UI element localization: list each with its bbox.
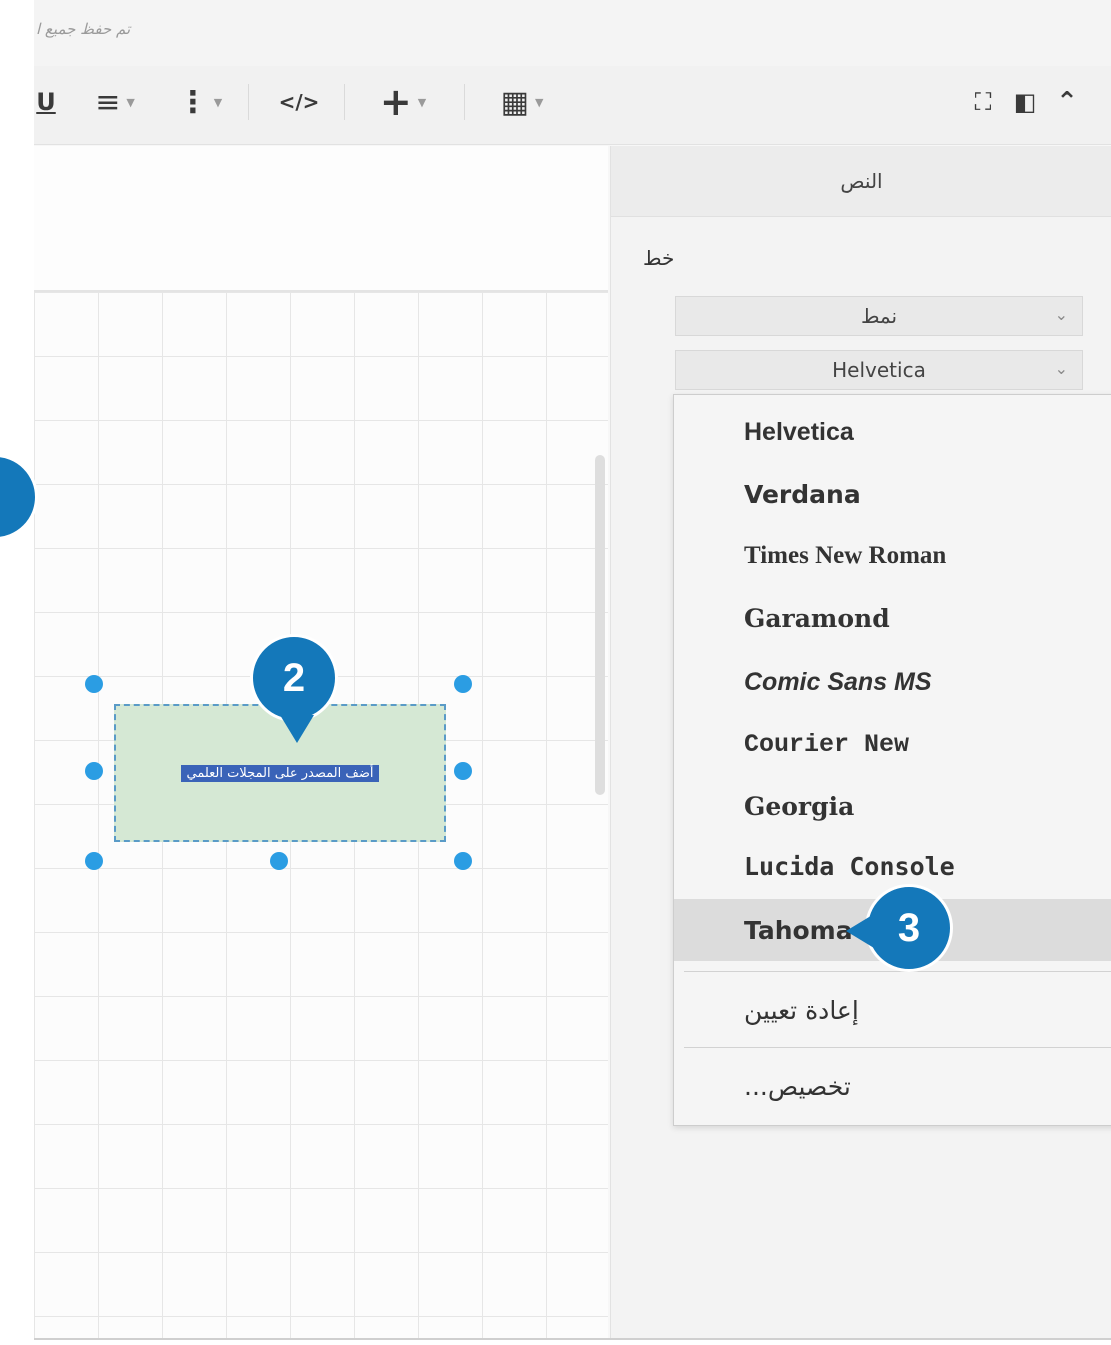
callout-number: 3 bbox=[897, 905, 921, 950]
align-icon: ≡ bbox=[95, 84, 121, 120]
chevron-down-icon: ▼ bbox=[213, 95, 223, 109]
tab-text[interactable]: النص bbox=[611, 146, 1111, 217]
callout-number: 2 bbox=[282, 655, 306, 700]
shape-label[interactable]: أضف المصدر على المجلات العلمي bbox=[180, 764, 380, 782]
vertical-scrollbar[interactable] bbox=[595, 455, 605, 795]
chevron-down-icon: ⌄ bbox=[1054, 305, 1068, 324]
table-icon: ▦ bbox=[500, 84, 529, 120]
toolbar-divider bbox=[464, 84, 465, 120]
spacing-button[interactable]: ⋮ ▼ bbox=[170, 84, 230, 120]
menu-divider bbox=[684, 1047, 1111, 1048]
fullscreen-icon: ⛶ bbox=[974, 88, 992, 116]
app-window: تم حفظ جميع ا U ≡ ▼ ⋮ ▼ </> + ▼ ▦ ▼ ⛶ ◧ ⌃ أض… bbox=[34, 0, 1111, 1340]
font-family-value: Helvetica bbox=[832, 358, 926, 382]
resize-handle[interactable] bbox=[270, 852, 288, 870]
resize-handle[interactable] bbox=[454, 852, 472, 870]
format-panel-button[interactable]: ◧ bbox=[1008, 84, 1042, 120]
resize-handle[interactable] bbox=[85, 852, 103, 870]
font-family-select[interactable]: Helvetica ⌄ bbox=[675, 350, 1083, 390]
step-callout-2: 2 bbox=[250, 634, 338, 743]
html-button[interactable]: </> bbox=[274, 84, 324, 120]
chevron-down-icon: ▼ bbox=[126, 95, 135, 109]
menu-divider bbox=[684, 971, 1111, 972]
font-section-label: خط bbox=[643, 246, 675, 270]
menu-item-garamond[interactable]: Garamond bbox=[674, 587, 1111, 649]
resize-handle[interactable] bbox=[85, 675, 103, 693]
code-icon: </> bbox=[278, 90, 320, 114]
reset-label: إعادة تعيين bbox=[744, 995, 859, 1025]
save-status-text: تم حفظ جميع ا bbox=[36, 20, 131, 38]
menu-item-times-new-roman[interactable]: Times New Roman bbox=[674, 525, 1111, 587]
fullscreen-button[interactable]: ⛶ bbox=[966, 84, 1000, 120]
align-button[interactable]: ≡ ▼ bbox=[80, 84, 150, 120]
menu-item-helvetica[interactable]: Helvetica bbox=[674, 401, 1111, 463]
chevron-up-icon: ⌃ bbox=[1056, 87, 1078, 117]
table-button[interactable]: ▦ ▼ bbox=[486, 84, 558, 120]
collapse-button[interactable]: ⌃ bbox=[1050, 84, 1084, 120]
toolbar-divider bbox=[344, 84, 345, 120]
chevron-down-icon: ▼ bbox=[534, 95, 544, 109]
resize-handle[interactable] bbox=[454, 762, 472, 780]
tab-text-label: النص bbox=[840, 169, 883, 193]
spacing-icon: ⋮ bbox=[177, 84, 208, 120]
menu-item-comic-sans[interactable]: Comic Sans MS bbox=[674, 651, 1111, 713]
step-callout-3: 3 bbox=[846, 884, 953, 972]
font-style-select[interactable]: نمط ⌄ bbox=[675, 296, 1083, 336]
chevron-down-icon: ⌄ bbox=[1054, 359, 1068, 378]
underline-button[interactable]: U bbox=[34, 84, 58, 120]
status-bar: تم حفظ جميع ا bbox=[34, 0, 1111, 66]
plus-icon: + bbox=[379, 80, 412, 124]
step-callout-partial bbox=[0, 454, 38, 540]
resize-handle[interactable] bbox=[85, 762, 103, 780]
menu-item-custom[interactable]: تخصيص... bbox=[674, 1055, 1111, 1117]
underline-icon: U bbox=[36, 88, 56, 116]
font-style-value: نمط bbox=[860, 304, 898, 328]
panel-icon: ◧ bbox=[1013, 88, 1037, 116]
toolbar-divider bbox=[248, 84, 249, 120]
ruler-area bbox=[34, 146, 608, 292]
menu-item-verdana[interactable]: Verdana bbox=[674, 463, 1111, 525]
toolbar: U ≡ ▼ ⋮ ▼ </> + ▼ ▦ ▼ ⛶ ◧ ⌃ bbox=[34, 66, 1111, 145]
insert-button[interactable]: + ▼ bbox=[368, 80, 438, 124]
menu-item-georgia[interactable]: Georgia bbox=[674, 775, 1111, 837]
custom-label: تخصيص... bbox=[744, 1071, 851, 1101]
menu-item-courier-new[interactable]: Courier New bbox=[674, 713, 1111, 775]
resize-handle[interactable] bbox=[454, 675, 472, 693]
chevron-down-icon: ▼ bbox=[417, 95, 427, 109]
font-family-menu: Helvetica Verdana Times New Roman Garamo… bbox=[673, 394, 1111, 1126]
menu-item-reset[interactable]: إعادة تعيين bbox=[674, 979, 1111, 1041]
format-panel: النص خط نمط ⌄ Helvetica ⌄ Helvetica Verd… bbox=[610, 146, 1111, 1338]
